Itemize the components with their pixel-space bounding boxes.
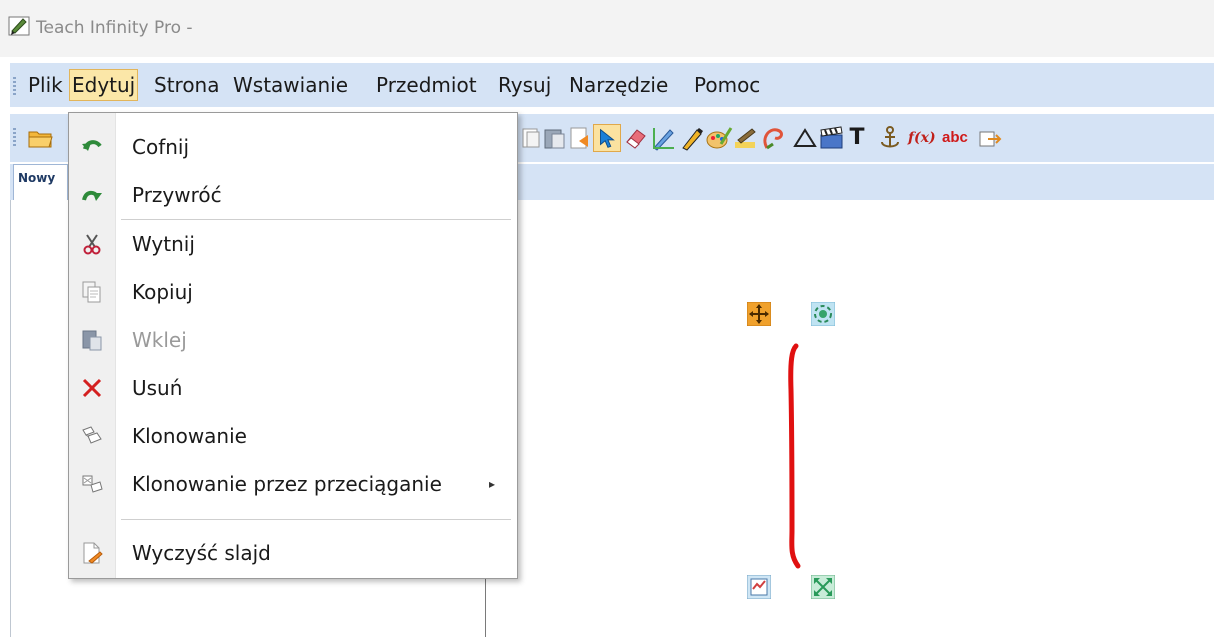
formula-tool-button[interactable]: f(x) bbox=[908, 124, 936, 152]
menu-item-clone[interactable]: Klonowanie bbox=[69, 412, 517, 460]
menu-separator bbox=[121, 519, 511, 520]
anchor-icon[interactable] bbox=[876, 124, 904, 152]
drag-clone-label: Klonowanie przez przeciąganie bbox=[132, 472, 442, 496]
marker-icon[interactable] bbox=[678, 124, 706, 152]
properties-handle-icon[interactable] bbox=[747, 575, 771, 599]
submenu-arrow-icon: ▸ bbox=[488, 477, 495, 491]
abc-tool-button[interactable]: abc bbox=[942, 124, 968, 152]
menu-przedmiot[interactable]: Przedmiot bbox=[374, 69, 479, 101]
delete-icon bbox=[78, 374, 106, 402]
menu-wstawianie[interactable]: Wstawianie bbox=[231, 69, 350, 101]
select-arrow-icon[interactable] bbox=[593, 124, 621, 152]
resize-handle-icon[interactable] bbox=[811, 575, 835, 599]
title-bar: Teach Infinity Pro - bbox=[0, 0, 1214, 57]
eraser-icon[interactable] bbox=[622, 124, 650, 152]
menu-narzedzie[interactable]: Narzędzie bbox=[567, 69, 670, 101]
red-pen-stroke[interactable] bbox=[778, 340, 808, 576]
menu-item-copy[interactable]: Kopiuj bbox=[69, 268, 517, 316]
menu-edytuj[interactable]: Edytuj bbox=[69, 69, 139, 101]
export-icon[interactable] bbox=[976, 124, 1004, 152]
app-logo-icon bbox=[8, 16, 30, 36]
menu-pomoc[interactable]: Pomoc bbox=[692, 69, 762, 101]
redo-icon bbox=[78, 181, 106, 209]
copy-icon bbox=[78, 278, 106, 306]
toolbar-grip[interactable] bbox=[13, 128, 16, 146]
menu-item-paste: Wklej bbox=[69, 316, 517, 364]
edit-menu-dropdown: Cofnij Przywróć Wytnij Kopiuj Wklej Usuń bbox=[68, 112, 518, 579]
paste-icon[interactable] bbox=[541, 124, 569, 152]
undo-icon bbox=[78, 133, 106, 161]
move-handle-icon[interactable] bbox=[747, 302, 771, 326]
menu-rysuj[interactable]: Rysuj bbox=[496, 69, 553, 101]
tab-new[interactable]: Nowy bbox=[13, 164, 68, 200]
shape-icon[interactable] bbox=[759, 124, 787, 152]
copy-label: Kopiuj bbox=[132, 280, 193, 304]
window-title: Teach Infinity Pro - bbox=[36, 18, 193, 38]
text-tool-button[interactable]: T bbox=[843, 124, 871, 152]
menu-item-undo[interactable]: Cofnij bbox=[69, 123, 517, 171]
rotate-handle-icon[interactable] bbox=[811, 302, 835, 326]
clone-icon bbox=[78, 422, 106, 450]
redo-label: Przywróć bbox=[132, 183, 222, 207]
menu-bar: Plik Edytuj Strona Wstawianie Przedmiot … bbox=[10, 63, 1214, 107]
clone-label: Klonowanie bbox=[132, 424, 247, 448]
menu-item-drag-clone[interactable]: Klonowanie przez przeciąganie ▸ bbox=[69, 460, 517, 508]
paste-icon bbox=[78, 326, 106, 354]
page-export-icon[interactable] bbox=[566, 124, 594, 152]
menu-strona[interactable]: Strona bbox=[152, 69, 222, 101]
triangle-icon[interactable] bbox=[791, 124, 819, 152]
drag-clone-icon bbox=[78, 470, 106, 498]
menu-plik[interactable]: Plik bbox=[26, 69, 65, 101]
palette-icon[interactable] bbox=[705, 124, 733, 152]
menu-item-clear-slide[interactable]: Wyczyść slajd bbox=[69, 529, 517, 577]
undo-label: Cofnij bbox=[132, 135, 190, 159]
scissors-icon bbox=[78, 230, 106, 258]
menu-item-redo[interactable]: Przywróć bbox=[69, 171, 517, 219]
paste-label: Wklej bbox=[132, 328, 187, 352]
menu-item-delete[interactable]: Usuń bbox=[69, 364, 517, 412]
menu-item-cut[interactable]: Wytnij bbox=[69, 220, 517, 268]
cut-label: Wytnij bbox=[132, 232, 195, 256]
open-folder-icon[interactable] bbox=[26, 124, 54, 152]
highlight-icon[interactable] bbox=[732, 124, 760, 152]
delete-label: Usuń bbox=[132, 376, 183, 400]
clear-slide-icon bbox=[78, 539, 106, 567]
menubar-grip[interactable] bbox=[13, 77, 16, 95]
clear-slide-label: Wyczyść slajd bbox=[132, 541, 271, 565]
pen-icon[interactable] bbox=[650, 124, 678, 152]
clapperboard-icon[interactable] bbox=[817, 124, 845, 152]
